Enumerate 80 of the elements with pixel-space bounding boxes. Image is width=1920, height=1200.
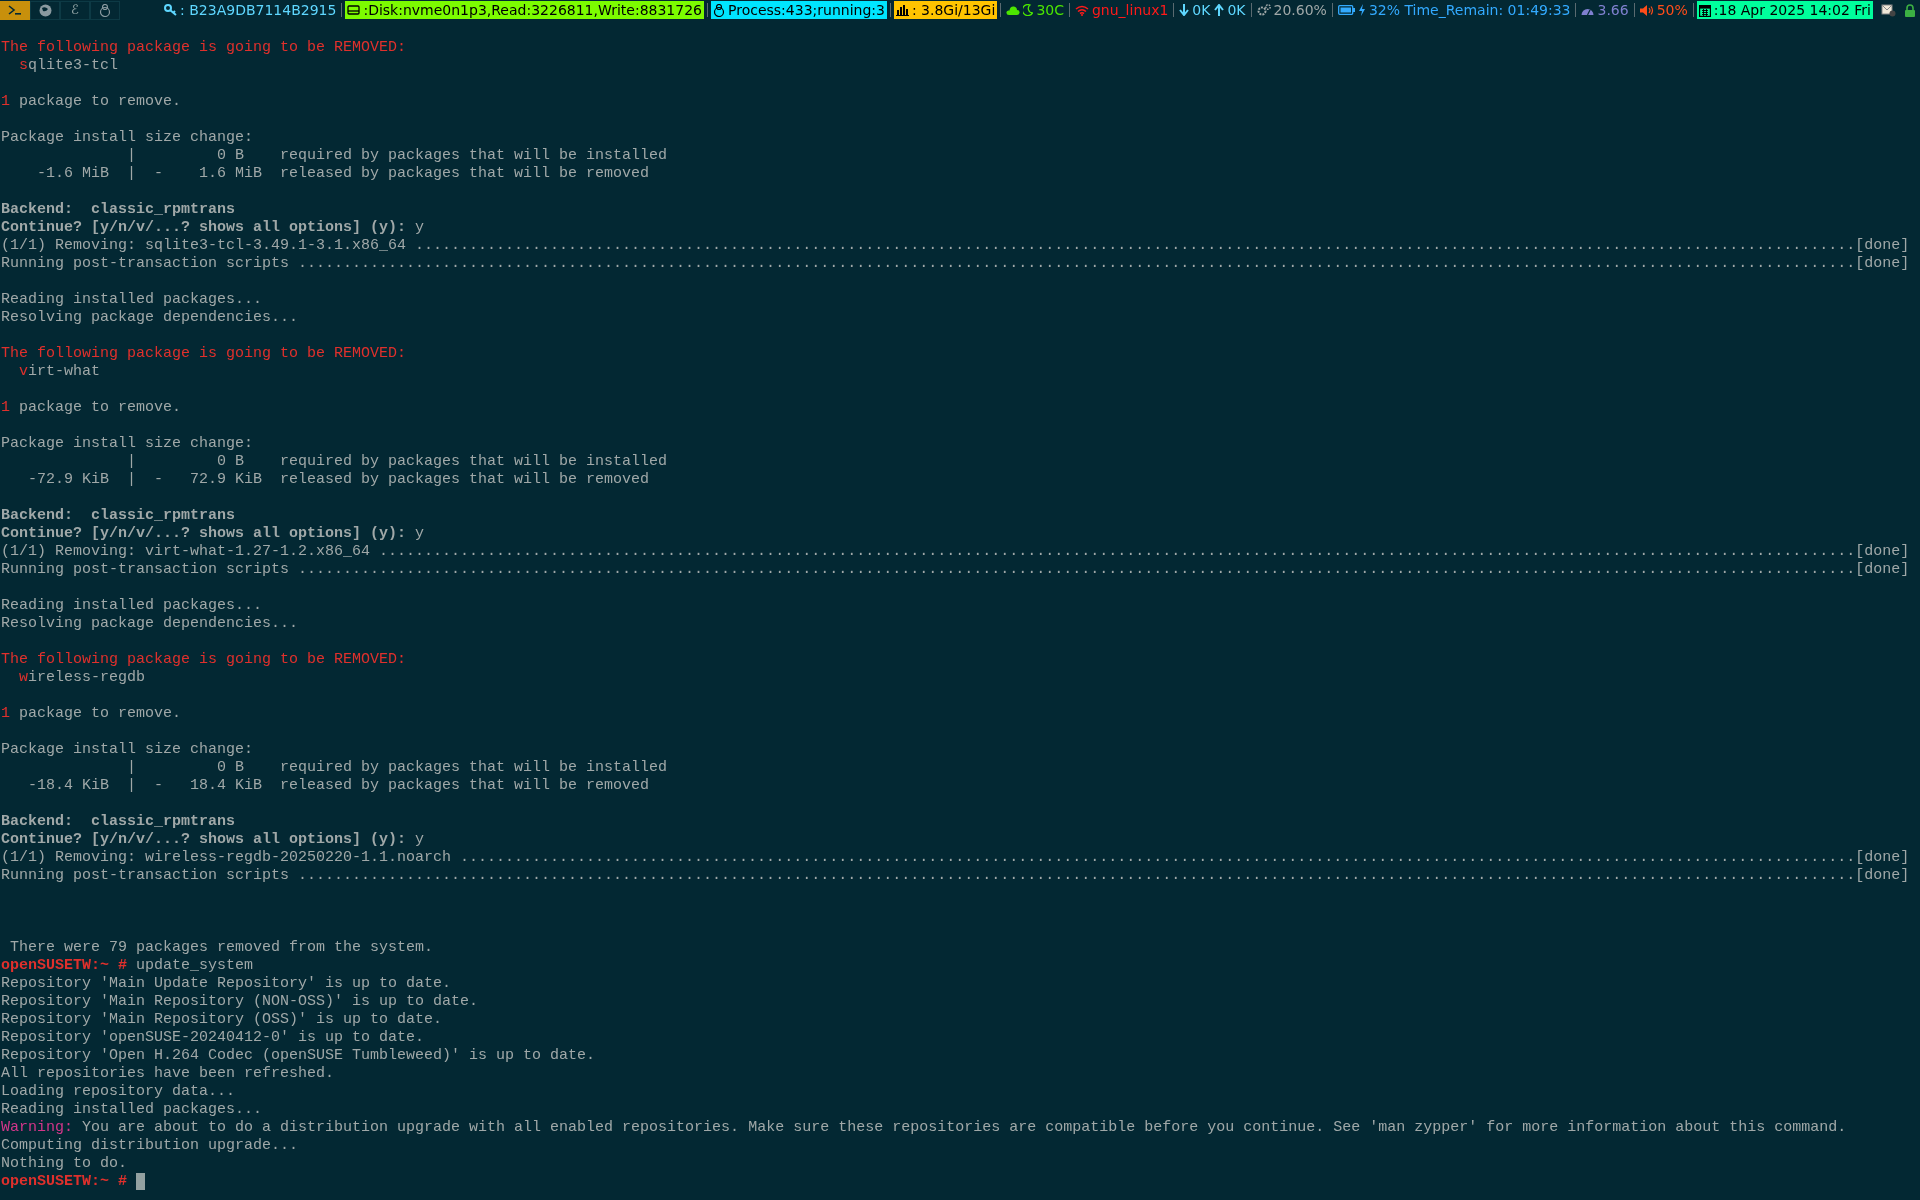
terminal-line: All repositories have been refreshed. xyxy=(1,1065,335,1083)
terminal-line: Running post-transaction scripts .............................................................................................................................................................................[done] xyxy=(1,867,1910,885)
mail-icon xyxy=(1881,3,1896,17)
terminal-line: Computing distribution upgrade... xyxy=(1,1137,299,1155)
key-icon xyxy=(164,4,178,16)
terminal-line: Running post-transaction scripts .............................................................................................................................................................................[done] xyxy=(1,561,1910,579)
terminal-line: Package install size change: xyxy=(1,129,254,147)
terminal-line: Repository 'Main Update Repository' is up to date. xyxy=(1,975,452,993)
terminal-line: -18.4 KiB | - 18.4 KiB released by packages that will be removed xyxy=(27,777,650,795)
terminal-line: Continue? [y/n/v/...? shows all options] (y): y xyxy=(1,831,425,849)
status-text: :18 Apr 2025 14:02 Fri xyxy=(1713,1,1871,19)
terminal-line: 1 package to remove. xyxy=(1,705,182,723)
status-text: 0K xyxy=(1192,1,1211,19)
calendar-icon xyxy=(1698,3,1711,17)
terminal-line: openSUSETW:~ # update_system xyxy=(1,957,254,975)
terminal-line: (1/1) Removing: wireless-regdb-20250220-1.1.noarch ...........................................................................................................................................................[done] xyxy=(1,849,1910,867)
terminal-line: 1 package to remove. xyxy=(1,93,182,111)
terminal-icon xyxy=(8,5,22,15)
battery-icon xyxy=(1337,5,1355,15)
status-text: : B23A9DB7114B2915 xyxy=(180,1,337,19)
terminal-line: Repository 'Main Repository (NON-OSS)' is up to date. xyxy=(1,993,479,1011)
lock-icon xyxy=(1904,3,1916,17)
status-text: 3.66 xyxy=(1597,1,1629,19)
terminal-line: wireless-regdb xyxy=(18,669,146,687)
terminal-line: Repository 'Open H.264 Codec (openSUSE Tumbleweed)' is up to date. xyxy=(1,1047,596,1065)
drive-icon xyxy=(347,4,361,16)
terminal-line: | 0 B required by packages that will be installed xyxy=(126,453,668,471)
status-text: gnu_linux1 xyxy=(1091,1,1169,19)
terminal-line: Continue? [y/n/v/...? shows all options] (y): y xyxy=(1,525,425,543)
terminal-line: The following package is going to be REMOVED: xyxy=(1,345,407,363)
terminal-line: Loading repository data... xyxy=(1,1083,236,1101)
terminal-line: Nothing to do. xyxy=(1,1155,128,1173)
cloud-icon xyxy=(1006,5,1021,15)
terminal-line: Package install size change: xyxy=(1,435,254,453)
terminal-line: Repository 'openSUSE-20240412-0' is up to date. xyxy=(1,1029,425,1047)
terminal-line: Backend: classic_rpmtrans xyxy=(1,813,236,831)
terminal-line: Reading installed packages... xyxy=(1,291,263,309)
workspace-button[interactable] xyxy=(30,0,60,20)
terminal-line: Resolving package dependencies... xyxy=(1,615,299,633)
status-text: 32% Time_Remain: 01:49:33 xyxy=(1368,1,1571,19)
terminal-line: The following package is going to be REMOVED: xyxy=(1,39,407,57)
status-text: 0K xyxy=(1227,1,1246,19)
terminal-line: (1/1) Removing: virt-what-1.27-1.2.x86_64 ....................................................................................................................................................................[done] xyxy=(1,543,1910,561)
workspace-button[interactable] xyxy=(90,0,120,20)
workspace-button[interactable]: ℰ xyxy=(60,0,90,20)
terminal-line: openSUSETW:~ # xyxy=(1,1173,128,1191)
speaker-icon xyxy=(1639,4,1654,16)
status-text: 50% xyxy=(1656,1,1688,19)
terminal-line: -1.6 MiB | - 1.6 MiB released by packages that will be removed xyxy=(36,165,650,183)
wifi-icon xyxy=(1074,4,1089,16)
status-text: : 3.8Gi/13Gi xyxy=(911,1,996,19)
down-arrow-icon xyxy=(1179,4,1190,16)
terminal-line: Reading installed packages... xyxy=(1,597,263,615)
bar-chart-icon xyxy=(895,4,909,16)
terminal-line: The following package is going to be REMOVED: xyxy=(1,651,407,669)
terminal-line: | 0 B required by packages that will be installed xyxy=(126,147,668,165)
status-text: Process:433;running:3 xyxy=(728,1,885,19)
status-text: :Disk:nvme0n1p3,Read:3226811,Write:8831726 xyxy=(363,1,702,19)
terminal-line: Warning: You are about to do a distribution upgrade with all enabled repositories. Make sure these repositories are compatible before you continue. See 'man zypper' for more information about this command. xyxy=(1,1119,1847,1137)
terminal-line: Package install size change: xyxy=(1,741,254,759)
moon-icon xyxy=(1023,4,1034,16)
terminal-line: sqlite3-tcl xyxy=(18,57,119,75)
workspace-button[interactable] xyxy=(0,0,30,20)
terminal-line: virt-what xyxy=(18,363,101,381)
terminal-line: | 0 B required by packages that will be installed xyxy=(126,759,668,777)
lightning-icon xyxy=(1357,4,1366,16)
terminal-line: Resolving package dependencies... xyxy=(1,309,299,327)
status-text: 30C xyxy=(1036,1,1064,19)
terminal-line: 1 package to remove. xyxy=(1,399,182,417)
terminal-line: Repository 'Main Repository (OSS)' is up to date. xyxy=(1,1011,443,1029)
terminal-line: There were 79 packages removed from the system. xyxy=(9,939,434,957)
terminal-line: Running post-transaction scripts .............................................................................................................................................................................[done] xyxy=(1,255,1910,273)
terminal-line: Backend: classic_rpmtrans xyxy=(1,507,236,525)
terminal-line: Reading installed packages... xyxy=(1,1101,263,1119)
status-text: 20.60% xyxy=(1273,1,1327,19)
terminal-line: (1/1) Removing: sqlite3-tcl-3.49.1-3.1.x86_64 ................................................................................................................................................................[done] xyxy=(1,237,1910,255)
terminal-line: Continue? [y/n/v/...? shows all options] (y): y xyxy=(1,219,425,237)
terminal-line: Backend: classic_rpmtrans xyxy=(1,201,236,219)
up-arrow-icon xyxy=(1214,4,1225,16)
terminal-line: -72.9 KiB | - 72.9 KiB released by packages that will be removed xyxy=(27,471,650,489)
